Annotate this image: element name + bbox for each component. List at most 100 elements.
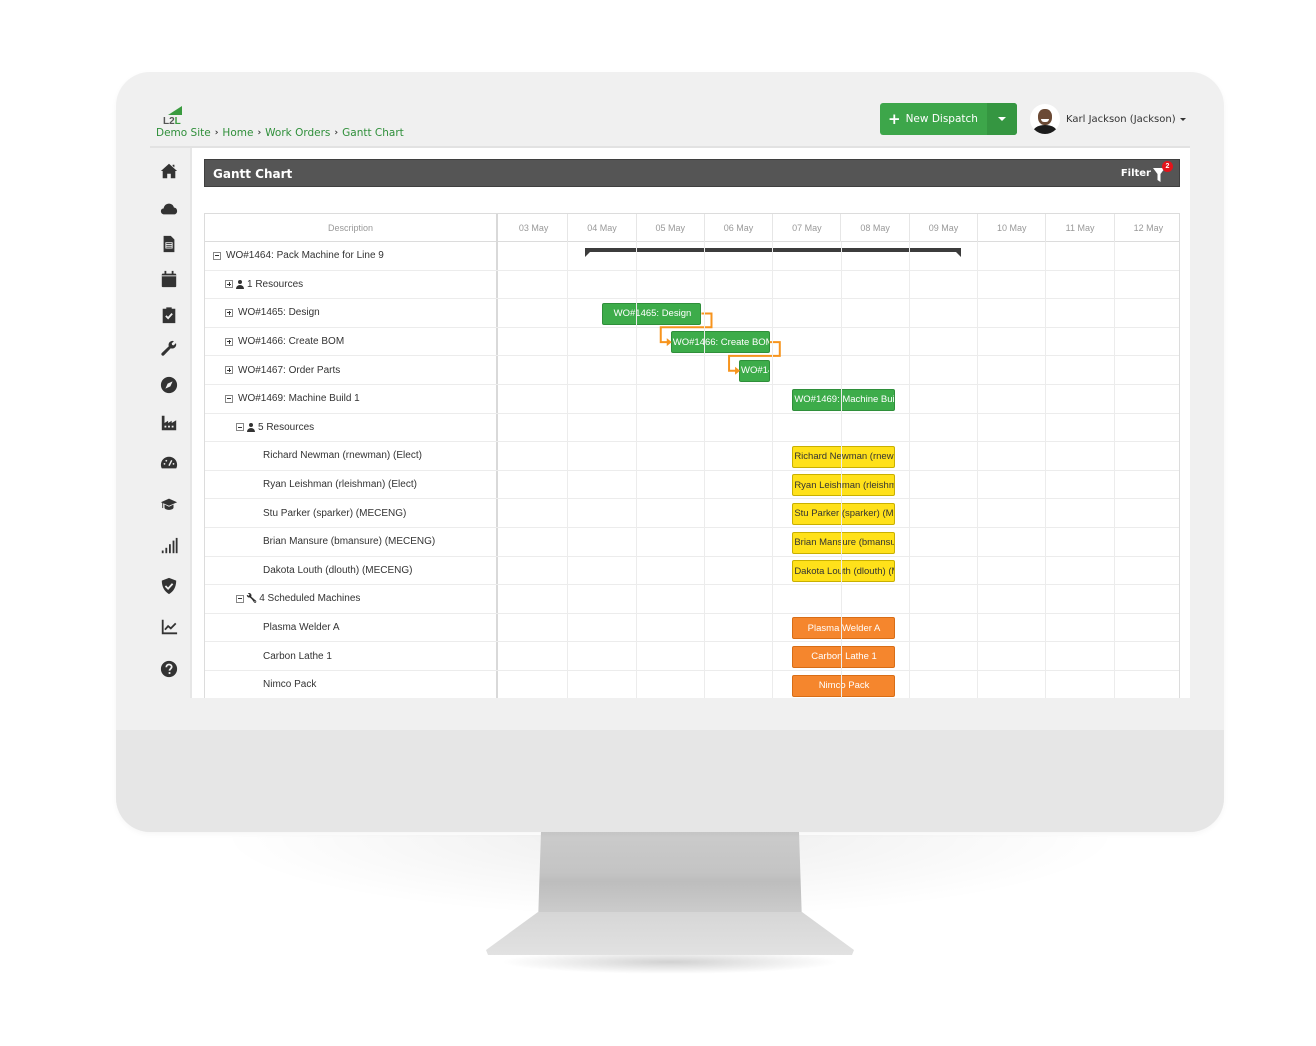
breadcrumb-home[interactable]: Home [222, 127, 253, 139]
expand-toggle-icon[interactable] [225, 337, 233, 346]
sidebar-item-help[interactable] [158, 658, 180, 680]
task-bar[interactable]: WO#1465: Design [602, 302, 702, 325]
row-label: Nimco Pack [263, 679, 317, 691]
task-bar[interactable]: WO#1466: Create BOM [670, 331, 770, 354]
row-label: 4 Scheduled Machines [259, 593, 361, 605]
filter-button[interactable]: Filter [1121, 168, 1151, 179]
clipboard-check-icon [162, 307, 176, 324]
logo-text: L2 [163, 116, 175, 127]
panel-title: Gantt Chart [213, 167, 293, 181]
sidebar-item-reports[interactable] [158, 535, 180, 557]
breadcrumb: Demo Site › Home › Work Orders › Gantt C… [156, 127, 404, 139]
logo-triangle-icon [168, 106, 182, 115]
day-gridline [1113, 242, 1115, 698]
gantt-row: 5 Resources [205, 413, 1179, 443]
sidebar-item-explore[interactable] [158, 374, 180, 396]
column-header-date: 03 May [500, 214, 569, 242]
row-description: 🔧 4 Scheduled Machines [205, 585, 498, 613]
row-label: WO#1465: Design [238, 307, 320, 319]
machine-bar[interactable]: Carbon Lathe 1 [792, 645, 895, 668]
day-gridline [840, 242, 842, 698]
user-menu[interactable]: Karl Jackson (Jackson) [1066, 114, 1186, 125]
caret-down-icon [998, 117, 1006, 121]
machine-bar[interactable]: Plasma Welder A [792, 617, 895, 640]
row-description: Dakota Louth (dlouth) (MECENG) [205, 556, 498, 585]
collapse-toggle-icon[interactable] [236, 423, 244, 432]
day-gridline [908, 242, 910, 698]
column-header-date: 04 May [568, 214, 637, 242]
column-header-date: 10 May [978, 214, 1047, 242]
row-label: Stu Parker (sparker) (MECENG) [263, 507, 407, 519]
resource-bar[interactable]: Dakota Louth (dlouth) (MECENG) [792, 560, 895, 583]
breadcrumb-work-orders[interactable]: Work Orders [265, 127, 330, 139]
collapse-toggle-icon[interactable] [213, 251, 221, 260]
expand-toggle-icon[interactable] [225, 280, 233, 289]
chevron-right-icon: › [257, 128, 262, 138]
row-label: WO#1464: Pack Machine for Line 9 [226, 250, 384, 262]
day-gridline [567, 242, 569, 698]
sidebar-item-calendar[interactable] [158, 268, 180, 290]
summary-bar[interactable] [585, 248, 962, 257]
gantt-row: Brian Mansure (bmansure) (MECENG) [205, 528, 1179, 557]
sidebar-item-tasks[interactable] [158, 304, 180, 326]
sidebar-item-dashboards[interactable] [158, 452, 180, 474]
gantt-row: Stu Parker (sparker) (MECENG) [205, 499, 1179, 528]
column-header-date: 12 May [1115, 214, 1179, 242]
gantt-row: 🔧 4 Scheduled Machines [205, 585, 1179, 614]
task-bar[interactable]: WO#1469: Machine Build 1 [792, 388, 895, 411]
row-label: Dakota Louth (dlouth) (MECENG) [263, 564, 413, 576]
user-avatar[interactable] [1030, 104, 1060, 134]
new-dispatch-button[interactable]: + New Dispatch [880, 103, 987, 135]
sidebar-item-analytics[interactable] [158, 616, 180, 638]
gantt-row: Plasma Welder A [205, 613, 1179, 643]
resource-bar[interactable]: Richard Newman (rnewman) (Elect) [792, 445, 895, 468]
signal-bars-icon [161, 537, 178, 554]
monitor-stand-neck [538, 832, 802, 922]
row-description: WO#1467: Order Parts [205, 356, 498, 384]
resource-bar[interactable]: Brian Mansure (bmansure) (MECENG) [792, 531, 895, 554]
sidebar [150, 148, 190, 698]
day-gridline [703, 242, 705, 698]
row-label: 1 Resources [247, 278, 304, 290]
sidebar-item-training[interactable] [158, 493, 180, 515]
sidebar-item-maintenance[interactable] [158, 338, 180, 360]
column-header-date: 11 May [1046, 214, 1115, 242]
plus-icon: + [888, 109, 901, 128]
chevron-right-icon: › [214, 128, 219, 138]
gantt-row: Richard Newman (rnewman) (Elect) [205, 442, 1179, 471]
collapse-toggle-icon[interactable] [225, 394, 233, 403]
row-label: WO#1466: Create BOM [238, 336, 345, 348]
expand-toggle-icon[interactable] [225, 308, 233, 317]
wrench-icon [161, 340, 177, 356]
expand-toggle-icon[interactable] [225, 366, 233, 375]
new-dispatch-dropdown-button[interactable] [987, 103, 1017, 135]
machine-bar[interactable]: Nimco Pack [792, 674, 895, 697]
person-icon [235, 279, 244, 289]
task-bar[interactable]: WO#1467: Order Parts [739, 359, 770, 382]
breadcrumb-gantt-chart[interactable]: Gantt Chart [342, 127, 404, 139]
chevron-right-icon: › [334, 128, 339, 138]
sidebar-item-quality[interactable] [158, 575, 180, 597]
resource-bar[interactable]: Stu Parker (sparker) (MECENG) [792, 502, 895, 525]
line-chart-icon [161, 619, 178, 635]
sidebar-item-home[interactable] [158, 160, 180, 182]
column-header-date: 09 May [910, 214, 979, 242]
sidebar-item-documents[interactable] [158, 233, 180, 255]
row-description: Ryan Leishman (rleishman) (Elect) [205, 470, 498, 499]
sidebar-item-cloud[interactable] [158, 198, 180, 220]
calendar-icon [161, 270, 177, 288]
row-description: WO#1469: Machine Build 1 [205, 385, 498, 413]
sidebar-item-production[interactable] [158, 412, 180, 434]
l2l-logo[interactable]: L2L [162, 106, 184, 128]
day-gridline [1045, 242, 1047, 698]
collapse-toggle-icon[interactable] [236, 594, 244, 603]
gantt-header-row: Description 03 May 04 May 05 May 06 May 07 Ma… [205, 214, 1179, 242]
person-icon [246, 422, 255, 432]
breadcrumb-demo-site[interactable]: Demo Site [156, 127, 211, 139]
row-description: 5 Resources [205, 413, 498, 442]
logo-text-accent: L [174, 116, 181, 127]
column-header-date: 06 May [705, 214, 774, 242]
user-name: Karl Jackson (Jackson) [1066, 114, 1176, 125]
help-icon [160, 660, 178, 678]
resource-bar[interactable]: Ryan Leishman (rleishman) (Elect) [792, 474, 895, 497]
